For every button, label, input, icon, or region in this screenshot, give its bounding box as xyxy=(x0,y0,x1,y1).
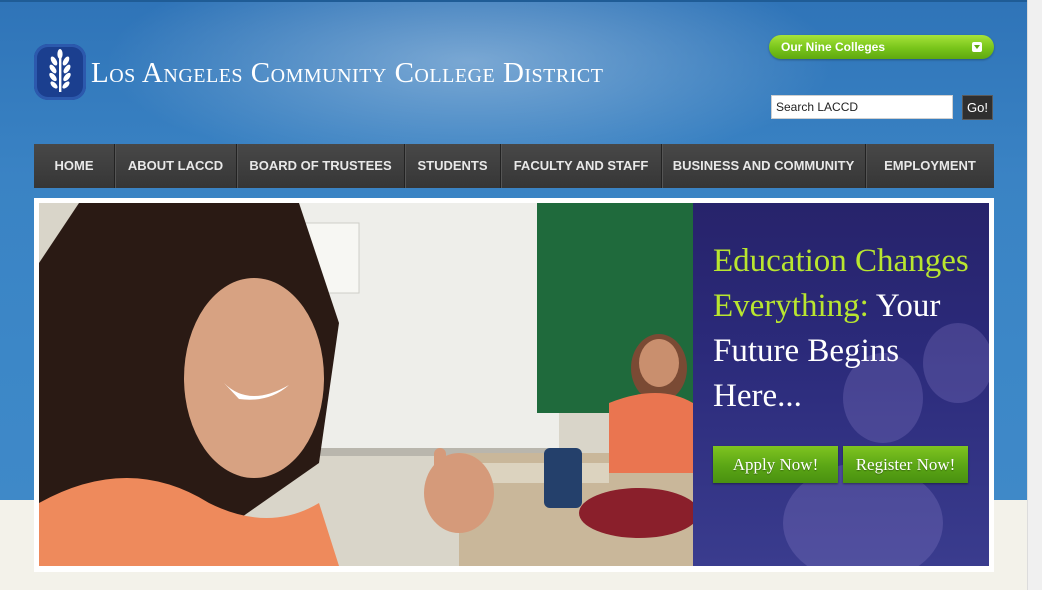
nav-item-faculty-and-staff[interactable]: FACULTY AND STAFF xyxy=(501,144,662,188)
register-now-button[interactable]: Register Now! xyxy=(843,446,968,483)
hero-headline: Education Changes Everything: Your Futur… xyxy=(713,239,983,419)
nav-item-students[interactable]: STUDENTS xyxy=(405,144,501,188)
scrollbar[interactable] xyxy=(1027,0,1042,590)
nav-item-home[interactable]: HOME xyxy=(34,144,115,188)
search-button[interactable]: Go! xyxy=(962,95,993,120)
chevron-down-icon xyxy=(972,42,982,52)
nav-item-about[interactable]: ABOUT LACCD xyxy=(115,144,237,188)
main-nav: HOME ABOUT LACCD BOARD OF TRUSTEES STUDE… xyxy=(34,144,994,188)
wheat-stalk-icon[interactable] xyxy=(34,44,86,100)
site-title[interactable]: Los Angeles Community College District xyxy=(91,57,603,90)
nav-item-employment[interactable]: EMPLOYMENT xyxy=(866,144,994,188)
search-input[interactable] xyxy=(771,95,953,119)
apply-now-button[interactable]: Apply Now! xyxy=(713,446,838,483)
hero-photo xyxy=(39,203,693,566)
nav-item-board-of-trustees[interactable]: BOARD OF TRUSTEES xyxy=(237,144,405,188)
nav-item-business-and-community[interactable]: BUSINESS AND COMMUNITY xyxy=(662,144,866,188)
hero-panel: Education Changes Everything: Your Futur… xyxy=(693,203,989,566)
colleges-dropdown-label: Our Nine Colleges xyxy=(781,40,886,54)
colleges-dropdown[interactable]: Our Nine Colleges xyxy=(769,35,994,59)
